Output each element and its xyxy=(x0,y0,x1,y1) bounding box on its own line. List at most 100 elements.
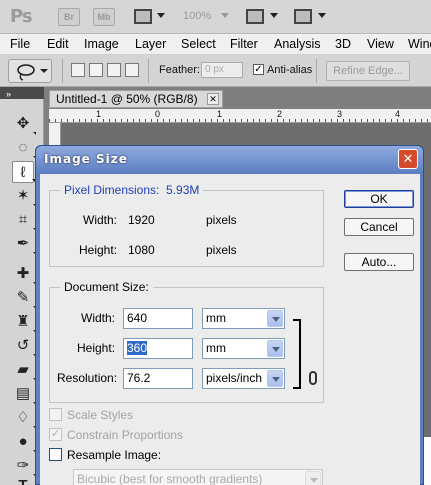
scale-styles-checkbox[interactable] xyxy=(49,408,62,421)
bridge-button[interactable]: Br xyxy=(58,8,80,26)
close-button[interactable]: ✕ xyxy=(398,149,418,169)
ruler-tick-label: 4 xyxy=(395,109,401,119)
type-tool-icon[interactable]: T xyxy=(12,475,34,485)
doc-width-label: Width: xyxy=(81,311,116,325)
photoshop-logo: Ps xyxy=(10,6,33,27)
refine-edge-button[interactable]: Refine Edge... xyxy=(326,61,410,81)
menu-layer[interactable]: Layer xyxy=(135,37,166,51)
quick-selection-tool-icon[interactable]: ✶ xyxy=(12,185,36,207)
menu-file[interactable]: File xyxy=(10,37,30,51)
tool-preset-picker[interactable] xyxy=(8,59,52,83)
panel-header: » xyxy=(0,87,44,99)
chevron-down-icon[interactable] xyxy=(267,340,283,357)
gradient-tool-icon[interactable]: ▤ xyxy=(12,383,36,405)
divider xyxy=(62,59,63,83)
document-size-legend: Document Size: xyxy=(60,280,153,294)
arrange-documents-icon[interactable] xyxy=(246,9,264,24)
pixel-width-value: 1920 xyxy=(128,213,155,227)
eyedropper-tool-icon[interactable]: ✒ xyxy=(12,233,36,255)
resample-method-value: Bicubic (best for smooth gradients) xyxy=(77,472,263,485)
lasso-icon xyxy=(17,64,48,81)
dialog-title-bar[interactable]: Image Size ✕ xyxy=(36,146,423,173)
menu-bar: File Edit Image Layer Select Filter Anal… xyxy=(0,34,431,55)
constrain-proportions-checkbox[interactable]: ✓ xyxy=(49,428,62,441)
chevron-down-icon[interactable] xyxy=(318,13,326,18)
doc-height-label: Height: xyxy=(77,341,116,355)
resolution-unit-select[interactable]: pixels/inch xyxy=(202,368,285,389)
chevron-down-icon[interactable] xyxy=(267,370,283,387)
pen-tool-icon[interactable]: ✑ xyxy=(12,455,36,477)
close-icon[interactable]: ✕ xyxy=(207,93,219,105)
eraser-tool-icon[interactable]: ▰ xyxy=(12,359,36,381)
pixel-width-label: Width: xyxy=(83,213,118,227)
menu-analysis[interactable]: Analysis xyxy=(274,37,321,51)
menu-filter[interactable]: Filter xyxy=(230,37,258,51)
zoom-level[interactable]: 100% xyxy=(183,10,211,22)
link-chain-icon xyxy=(309,371,317,385)
anti-alias-label: Anti-alias xyxy=(267,64,313,76)
menu-3d[interactable]: 3D xyxy=(335,37,351,51)
resample-method-select[interactable]: Bicubic (best for smooth gradients) xyxy=(73,469,323,485)
menu-view[interactable]: View xyxy=(367,37,394,51)
doc-height-unit: mm xyxy=(206,341,226,355)
view-extras-icon[interactable] xyxy=(134,9,152,24)
resolution-input[interactable]: 76.2 xyxy=(123,368,193,389)
ok-button[interactable]: OK xyxy=(344,190,414,208)
feather-input[interactable]: 0 px xyxy=(201,62,243,78)
intersect-selection-icon[interactable] xyxy=(125,63,139,77)
cancel-button[interactable]: Cancel xyxy=(344,218,414,236)
lasso-tool-icon[interactable]: ℓ xyxy=(12,161,35,183)
anti-alias-checkbox[interactable]: ✓ xyxy=(253,64,264,75)
menu-window[interactable]: Wind xyxy=(408,37,431,51)
doc-height-unit-select[interactable]: mm xyxy=(202,338,285,359)
doc-width-input[interactable]: 640 xyxy=(123,308,193,329)
marquee-tool-icon[interactable]: ◌ xyxy=(12,137,36,159)
add-to-selection-icon[interactable] xyxy=(89,63,103,77)
clone-stamp-tool-icon[interactable]: ♜ xyxy=(12,311,36,333)
menu-image[interactable]: Image xyxy=(84,37,119,51)
resolution-unit: pixels/inch xyxy=(206,371,263,385)
auto-button[interactable]: Auto... xyxy=(344,253,414,271)
pixel-height-value: 1080 xyxy=(128,243,155,257)
document-tab[interactable]: Untitled-1 @ 50% (RGB/8) ✕ xyxy=(49,90,223,108)
chevron-down-icon[interactable] xyxy=(305,471,321,485)
pixel-dimensions-group: Pixel Dimensions: 5.93M Width: 1920 pixe… xyxy=(49,183,324,267)
crop-tool-icon[interactable]: ⌗ xyxy=(12,209,36,231)
history-brush-tool-icon[interactable]: ↺ xyxy=(12,335,36,357)
chevron-down-icon[interactable] xyxy=(267,310,283,327)
ruler-tick-label: 3 xyxy=(337,109,343,119)
ruler-tick-label: 1 xyxy=(96,109,102,119)
dialog-body: Pixel Dimensions: 5.93M Width: 1920 pixe… xyxy=(40,174,420,485)
resample-image-checkbox[interactable] xyxy=(49,448,62,461)
collapse-icon[interactable]: » xyxy=(6,89,11,99)
pixel-height-label: Height: xyxy=(79,243,118,257)
chevron-down-icon[interactable] xyxy=(221,13,229,18)
blur-tool-icon[interactable]: ♢ xyxy=(12,407,36,429)
brush-tool-icon[interactable]: ✎ xyxy=(12,287,36,309)
dodge-tool-icon[interactable]: ● xyxy=(12,431,36,453)
doc-height-input[interactable]: 360 xyxy=(123,338,193,359)
new-selection-icon[interactable] xyxy=(71,63,85,77)
chevron-down-icon[interactable] xyxy=(270,13,278,18)
pixel-dimensions-legend: Pixel Dimensions: 5.93M xyxy=(60,183,204,197)
screen-mode-icon[interactable] xyxy=(294,9,312,24)
divider xyxy=(148,59,149,83)
mini-bridge-button[interactable]: Mb xyxy=(93,8,115,26)
pixel-height-unit: pixels xyxy=(206,243,237,257)
menu-edit[interactable]: Edit xyxy=(47,37,69,51)
doc-width-unit-select[interactable]: mm xyxy=(202,308,285,329)
dialog-title: Image Size xyxy=(44,152,128,166)
image-size-dialog: Image Size ✕ Pixel Dimensions: 5.93M Wid… xyxy=(35,145,424,485)
pixel-width-unit: pixels xyxy=(206,213,237,227)
move-tool-icon[interactable]: ✥ xyxy=(12,113,36,135)
divider xyxy=(316,59,317,83)
pixel-dimensions-size: 5.93M xyxy=(166,183,200,197)
chevron-down-icon[interactable] xyxy=(157,13,165,18)
menu-select[interactable]: Select xyxy=(181,37,216,51)
subtract-selection-icon[interactable] xyxy=(107,63,121,77)
resample-image-label: Resample Image: xyxy=(67,448,162,462)
ruler-tick-label: 2 xyxy=(277,109,283,119)
scale-styles-label: Scale Styles xyxy=(67,408,134,422)
healing-brush-tool-icon[interactable]: ✚ xyxy=(12,263,36,285)
horizontal-ruler: 1 0 1 2 3 4 xyxy=(49,109,431,123)
